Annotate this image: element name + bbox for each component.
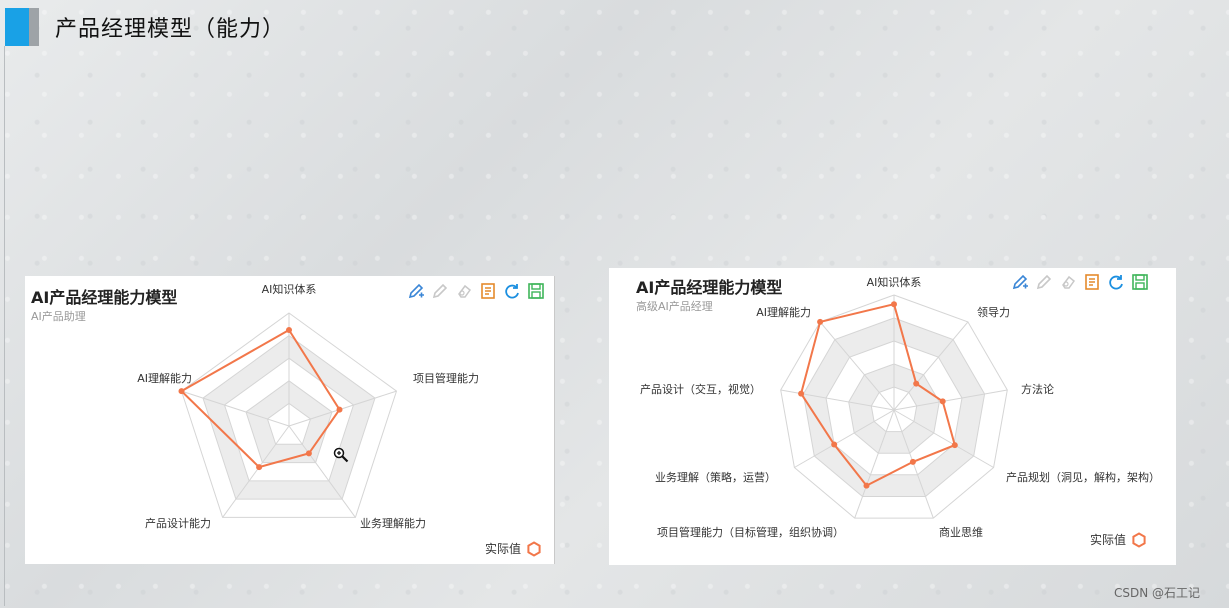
- radar-axis-label: AI知识体系: [867, 275, 922, 289]
- refresh-icon[interactable]: [1107, 273, 1125, 291]
- radar-axis-label: 业务理解（策略，运营）: [655, 470, 776, 484]
- page-title: 产品经理模型（能力）: [55, 17, 286, 42]
- left-divider: [4, 46, 5, 606]
- radar-axis-label: 产品规划（洞见，解构，架构）: [1006, 470, 1160, 484]
- radar-data-point[interactable]: [909, 458, 916, 465]
- save-icon[interactable]: [1131, 273, 1149, 291]
- radar-data-point[interactable]: [831, 441, 838, 448]
- radar-axis-label: AI理解能力: [756, 305, 811, 319]
- refresh-icon[interactable]: [503, 282, 521, 300]
- header-accent-bar: [5, 8, 29, 46]
- chart-subtitle: 高级AI产品经理: [636, 300, 713, 313]
- save-icon[interactable]: [527, 282, 545, 300]
- radar-data-point[interactable]: [863, 482, 870, 489]
- radar-data-point[interactable]: [951, 442, 958, 449]
- hexagon-legend-icon: [527, 540, 541, 557]
- radar-axis-label: 方法论: [1021, 382, 1054, 396]
- radar-data-point[interactable]: [336, 406, 343, 413]
- zoom-cursor-icon: [333, 447, 349, 463]
- chart-toolbar: [407, 282, 545, 300]
- radar-data-point[interactable]: [913, 380, 920, 387]
- radar-axis-label: 产品设计（交互，视觉）: [640, 382, 761, 396]
- radar-axis-label: 领导力: [977, 306, 1010, 319]
- chart-subtitle: AI产品助理: [31, 310, 86, 323]
- radar-axis-label: 业务理解能力: [360, 516, 426, 530]
- radar-data-point[interactable]: [798, 390, 805, 397]
- chart-legend[interactable]: 实际值: [485, 540, 542, 557]
- radar-chart-assistant: AI知识体系项目管理能力业务理解能力 产品设计能力 AI理解能力: [137, 282, 479, 530]
- eraser-icon[interactable]: [1059, 273, 1077, 291]
- radar-axis-label: 项目管理能力（目标管理，组织协调）: [657, 525, 844, 539]
- radar-data-point[interactable]: [891, 301, 897, 308]
- radar-card-senior: AI知识体系领导力方法论产品规划（洞见，解构，架构） 商业思维 项目管理能力（目标管…: [609, 268, 1176, 565]
- radar-axis-label: AI理解能力: [137, 371, 192, 385]
- pencil-icon[interactable]: [1035, 273, 1053, 291]
- chart-legend[interactable]: 实际值: [1090, 531, 1147, 548]
- radar-data-point[interactable]: [256, 464, 263, 471]
- pencil-icon[interactable]: [431, 282, 449, 300]
- chart-title: AI产品经理能力模型: [636, 278, 783, 297]
- radar-axis-label: 商业思维: [939, 525, 983, 539]
- document-icon[interactable]: [1083, 273, 1101, 291]
- pencil-add-icon[interactable]: [407, 282, 425, 300]
- radar-data-point[interactable]: [817, 318, 824, 325]
- watermark: CSDN @石工记: [1114, 586, 1201, 600]
- radar-axis-label: 产品设计能力: [145, 516, 211, 530]
- legend-label: 实际值: [485, 542, 522, 556]
- chart-title: AI产品经理能力模型: [31, 288, 178, 307]
- radar-card-assistant: AI知识体系项目管理能力业务理解能力 产品设计能力 AI理解能力 AI产品经理能力模…: [25, 276, 555, 564]
- eraser-icon[interactable]: [455, 282, 473, 300]
- header-accent-bar-gray: [29, 8, 39, 46]
- radar-axis-label: 项目管理能力: [413, 371, 479, 385]
- radar-data-point[interactable]: [305, 450, 312, 457]
- radar-axis-label: AI知识体系: [262, 282, 317, 296]
- radar-data-point[interactable]: [286, 327, 292, 333]
- hexagon-legend-icon: [1132, 531, 1146, 548]
- radar-data-point[interactable]: [178, 388, 185, 395]
- document-icon[interactable]: [479, 282, 497, 300]
- radar-data-point[interactable]: [939, 398, 946, 405]
- chart-toolbar: [1011, 273, 1149, 291]
- pencil-add-icon[interactable]: [1011, 273, 1029, 291]
- legend-label: 实际值: [1090, 533, 1127, 547]
- page-header: 产品经理模型（能力）: [5, 8, 285, 46]
